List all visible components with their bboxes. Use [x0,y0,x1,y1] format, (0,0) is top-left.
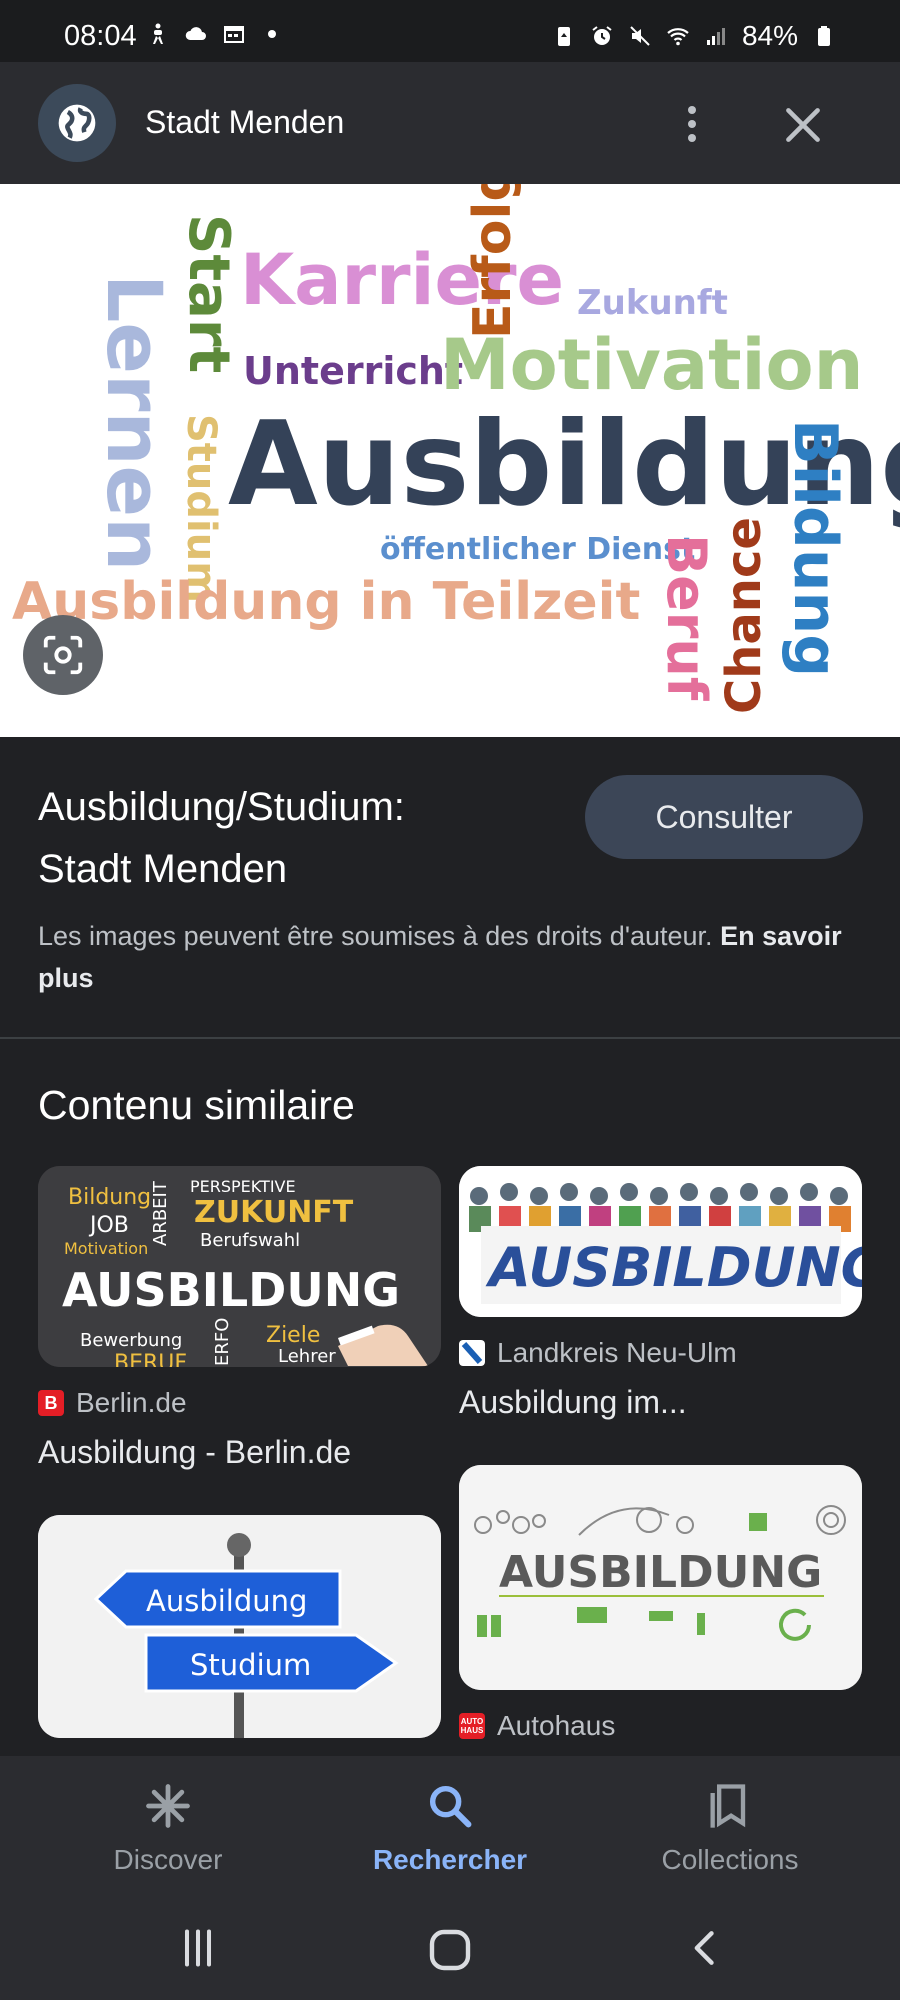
battery-saver-icon [557,27,570,46]
similar-image-signpost[interactable]: Ausbildung Studium [38,1515,441,1738]
word-unterricht: Unterricht [243,349,463,393]
word-chance: Chance [716,517,772,714]
source-label: Autohaus [497,1710,616,1741]
chalk-zukunft: ZUKUNFT [194,1195,354,1230]
similar-image-neu-ulm[interactable]: AUSBILDUNG [459,1166,862,1317]
chalk-beruf: BERUF [114,1351,187,1367]
chalk-bewerbung: Bewerbung [80,1330,182,1351]
chalk-bildung: Bildung [68,1185,151,1210]
chalk-ziele: Ziele [266,1323,320,1348]
source-neu-ulm[interactable]: Landkreis Neu-Ulm [459,1337,737,1369]
result-title-line1: Ausbildung/Studium: [38,785,405,829]
copyright-notice: Les images peuvent être soumises à des d… [38,915,868,999]
favicon-autohaus: AUTO HAUS [459,1713,485,1739]
back-icon[interactable] [684,1926,728,1970]
chalk-perspektive: PERSPEKTIVE [190,1177,296,1196]
word-motivation: Motivation [440,324,863,406]
word-lernen: Lernen [90,274,179,571]
nav-search[interactable]: Rechercher [340,1756,560,1896]
site-avatar[interactable] [38,84,116,162]
recent-apps-icon[interactable] [176,1926,220,1970]
status-bar: 08:04 84% [0,0,900,62]
close-icon[interactable] [778,100,828,150]
cloud-icon [185,27,206,40]
battery-icon [818,26,830,46]
globe-icon [58,104,96,142]
lens-button[interactable] [23,615,103,695]
dot-icon [268,30,276,38]
source-autohaus[interactable]: AUTO HAUS Autohaus [459,1710,615,1742]
caption-neu-ulm[interactable]: Ausbildung im... [459,1384,687,1421]
more-vert-icon[interactable] [672,96,712,152]
chalk-ausbildung: AUSBILDUNG [62,1263,400,1317]
word-erfolg: Erfolg [463,184,523,339]
image-viewer-header: Stadt Menden [0,62,900,184]
banner-text-autohaus: AUSBILDUNG [499,1547,822,1598]
favicon-berlin: B [38,1390,64,1416]
status-time: 08:04 [64,20,137,52]
caption-berlin[interactable]: Ausbildung - Berlin.de [38,1434,351,1471]
word-cloud-image: Start Karriere Erfolg Zukunft Lernen Stu… [12,184,900,714]
similar-section-title: Contenu similaire [38,1082,355,1128]
home-icon[interactable] [426,1926,474,1974]
autohaus-banner-image: AUSBILDUNG [459,1465,862,1690]
battery-percent: 84% [741,20,798,51]
sign-studium: Studium [190,1648,311,1682]
chalk-erfolg: ERFO [212,1318,233,1366]
favicon-neu-ulm [459,1340,485,1366]
calendar-icon [224,26,244,43]
main-image[interactable]: Start Karriere Erfolg Zukunft Lernen Stu… [0,184,900,737]
sign-ausbildung: Ausbildung [146,1584,307,1618]
collections-icon [710,1784,746,1828]
chalk-berufswahl: Berufswahl [200,1230,300,1251]
source-berlin[interactable]: B Berlin.de [38,1387,187,1419]
discover-icon [146,1784,190,1828]
nav-discover[interactable]: Discover [58,1756,278,1896]
nav-discover-label: Discover [113,1844,223,1875]
word-zukunft: Zukunft [577,283,728,323]
word-teilzeit: Ausbildung in Teilzeit [12,572,640,632]
consult-button[interactable]: Consulter [585,775,863,859]
accessibility-icon [153,23,163,44]
word-oeffentlicher-dienst: öffentlicher Dienst [380,532,695,567]
result-title-line2: Stadt Menden [38,847,288,891]
wifi-icon [667,28,689,46]
signal-icon [706,28,725,45]
nav-collections-label: Collections [661,1844,799,1875]
signpost-image: Ausbildung Studium [38,1515,441,1738]
banner-text-neu-ulm: AUSBILDUNG [485,1236,862,1299]
chalk-arbeit: ARBEIT [150,1180,171,1246]
source-label: Berlin.de [76,1387,187,1418]
search-icon [429,1785,472,1828]
chalk-job: JOB [88,1213,129,1238]
alarm-icon [592,26,612,45]
similar-image-berlin[interactable]: Bildung JOB ARBEIT PERSPEKTIVE ZUKUNFT M… [38,1166,441,1367]
divider [0,1037,900,1039]
nav-collections[interactable]: Collections [620,1756,840,1896]
result-title[interactable]: Ausbildung/Studium: Stadt Menden [38,776,598,900]
word-start: Start [176,214,241,373]
chalk-lehrer: Lehrer [278,1346,336,1367]
site-title: Stadt Menden [145,104,345,140]
copyright-text: Les images peuvent être soumises à des d… [38,921,713,951]
word-beruf: Beruf [655,534,718,701]
system-navigation-bar [0,1896,900,2000]
lens-icon [43,635,83,675]
word-bildung: Bildung [780,419,850,677]
group-banner-image: AUSBILDUNG [459,1166,862,1317]
mute-icon [630,26,650,46]
chalkboard-image: Bildung JOB ARBEIT PERSPEKTIVE ZUKUNFT M… [38,1166,441,1367]
nav-search-label: Rechercher [372,1844,528,1875]
similar-image-autohaus[interactable]: AUSBILDUNG [459,1465,862,1690]
bottom-navigation: Discover Rechercher Collections [0,1756,900,1896]
chalk-motivation: Motivation [64,1239,148,1258]
source-label: Landkreis Neu-Ulm [497,1337,737,1368]
